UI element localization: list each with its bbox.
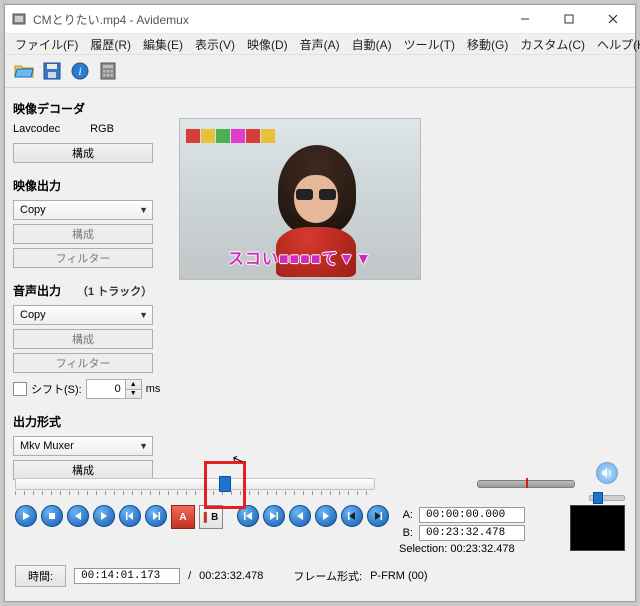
menu-go[interactable]: 移動(G) xyxy=(461,34,514,55)
volume-slider[interactable] xyxy=(589,490,625,504)
preview-area: スコい■■■■て▼▼ xyxy=(173,88,635,462)
window-title: CMとりたい.mp4 - Avidemux xyxy=(33,11,503,28)
audio-filter-button: フィルター xyxy=(13,353,153,373)
zoom-center-mark xyxy=(526,478,528,488)
prev-keyframe-button[interactable] xyxy=(119,505,141,527)
frame-type-label: フレーム形式: xyxy=(293,568,362,584)
marker-b-time: 00:23:32.478 xyxy=(419,525,525,541)
calculator-icon[interactable] xyxy=(97,60,119,82)
marker-b-label: B: xyxy=(399,527,413,539)
goto-marker-a-button[interactable] xyxy=(289,505,311,527)
open-file-icon[interactable] xyxy=(13,60,35,82)
menu-recent[interactable]: 履歴(R) xyxy=(84,34,137,55)
selection-panel: A: 00:00:00.000 B: 00:23:32.478 Selectio… xyxy=(399,505,560,555)
next-frame-button[interactable] xyxy=(93,505,115,527)
vu-meter xyxy=(570,505,625,551)
goto-start-button[interactable] xyxy=(237,505,259,527)
timeline-thumb[interactable] xyxy=(219,476,231,492)
menu-audio[interactable]: 音声(A) xyxy=(294,34,346,55)
menu-help[interactable]: ヘルプ(H) xyxy=(591,34,640,55)
play-button[interactable] xyxy=(15,505,37,527)
zoom-slider[interactable] xyxy=(477,471,575,495)
goto-end-button[interactable] xyxy=(263,505,285,527)
close-button[interactable] xyxy=(591,5,635,33)
frame-type-value: P-FRM (00) xyxy=(370,570,427,582)
output-format-combo[interactable]: Mkv Muxer ▼ xyxy=(13,436,153,456)
shift-label: シフト(S): xyxy=(31,381,82,397)
chevron-down-icon: ▼ xyxy=(139,205,148,215)
selection-time: 00:23:32.478 xyxy=(450,543,514,555)
maximize-button[interactable] xyxy=(547,5,591,33)
shift-checkbox[interactable] xyxy=(13,382,27,396)
menu-auto[interactable]: 自動(A) xyxy=(346,34,398,55)
chevron-down-icon: ▼ xyxy=(139,441,148,451)
audio-out-combo[interactable]: Copy ▼ xyxy=(13,305,153,325)
volume-icon[interactable] xyxy=(596,462,618,484)
menu-file[interactable]: ファイル(F) xyxy=(9,34,84,55)
stop-button[interactable] xyxy=(41,505,63,527)
output-format-title: 出力形式 xyxy=(13,413,165,430)
next-keyframe-button[interactable] xyxy=(145,505,167,527)
total-time: 00:23:32.478 xyxy=(199,570,263,582)
svg-text:i: i xyxy=(78,64,81,78)
shift-unit: ms xyxy=(146,383,161,395)
goto-marker-b-button[interactable] xyxy=(315,505,337,527)
output-format-value: Mkv Muxer xyxy=(20,440,74,452)
video-filter-button: フィルター xyxy=(13,248,153,268)
spinner-up-icon[interactable]: ▲ xyxy=(125,380,141,390)
app-icon xyxy=(11,11,27,27)
shift-spinner[interactable]: 0 ▲ ▼ xyxy=(86,379,142,399)
bottom-panel: ↖ xyxy=(5,459,635,601)
menu-view[interactable]: 表示(V) xyxy=(189,34,241,55)
audio-out-value: Copy xyxy=(20,309,46,321)
shift-value: 0 xyxy=(87,380,125,398)
current-time[interactable]: 00:14:01.173 xyxy=(74,568,180,584)
chevron-down-icon: ▼ xyxy=(139,310,148,320)
decoder-codec: Lavcodec xyxy=(13,123,60,135)
titlebar: CMとりたい.mp4 - Avidemux xyxy=(5,5,635,34)
time-separator: / xyxy=(188,570,191,582)
menu-video[interactable]: 映像(D) xyxy=(241,34,294,55)
goto-time-button[interactable]: 時間: xyxy=(15,565,66,587)
decoder-colorspace: RGB xyxy=(90,123,114,135)
transport-controls: A ▌B xyxy=(15,505,389,529)
set-marker-a-button[interactable]: A xyxy=(171,505,195,529)
video-preview: スコい■■■■て▼▼ xyxy=(179,118,421,280)
left-panel: 映像デコーダ Lavcodec RGB 構成 映像出力 Copy ▼ 構成 フィ… xyxy=(5,88,173,462)
video-out-value: Copy xyxy=(20,204,46,216)
preview-top-banner xyxy=(186,125,306,147)
prev-black-frame-button[interactable] xyxy=(341,505,363,527)
minimize-button[interactable] xyxy=(503,5,547,33)
spinner-down-icon[interactable]: ▼ xyxy=(125,390,141,399)
menu-edit[interactable]: 編集(E) xyxy=(137,34,189,55)
prev-frame-button[interactable] xyxy=(67,505,89,527)
status-row: 時間: 00:14:01.173 / 00:23:32.478 フレーム形式: … xyxy=(15,565,625,587)
set-marker-b-button[interactable]: ▌B xyxy=(199,505,223,529)
timeline[interactable]: ↖ xyxy=(15,469,375,497)
next-black-frame-button[interactable] xyxy=(367,505,389,527)
decoder-title: 映像デコーダ xyxy=(13,100,165,117)
marker-a-label: A: xyxy=(399,509,413,521)
audio-out-title: 音声出力 xyxy=(13,282,61,299)
menubar: ファイル(F) 履歴(R) 編集(E) 表示(V) 映像(D) 音声(A) 自動… xyxy=(5,34,635,55)
marker-a-time: 00:00:00.000 xyxy=(419,507,525,523)
toolbar: i xyxy=(5,55,635,88)
video-configure-button: 構成 xyxy=(13,224,153,244)
video-out-combo[interactable]: Copy ▼ xyxy=(13,200,153,220)
video-out-title: 映像出力 xyxy=(13,177,165,194)
preview-caption: スコい■■■■て▼▼ xyxy=(180,245,420,269)
menu-custom[interactable]: カスタム(C) xyxy=(514,34,591,55)
audio-configure-button: 構成 xyxy=(13,329,153,349)
info-icon[interactable]: i xyxy=(69,60,91,82)
save-icon[interactable] xyxy=(41,60,63,82)
app-window: CMとりたい.mp4 - Avidemux ファイル(F) 履歴(R) 編集(E… xyxy=(4,4,636,602)
audio-tracks-label: （1 トラック） xyxy=(77,283,152,299)
selection-label: Selection: xyxy=(399,543,447,555)
menu-tools[interactable]: ツール(T) xyxy=(398,34,461,55)
decoder-configure-button[interactable]: 構成 xyxy=(13,143,153,163)
